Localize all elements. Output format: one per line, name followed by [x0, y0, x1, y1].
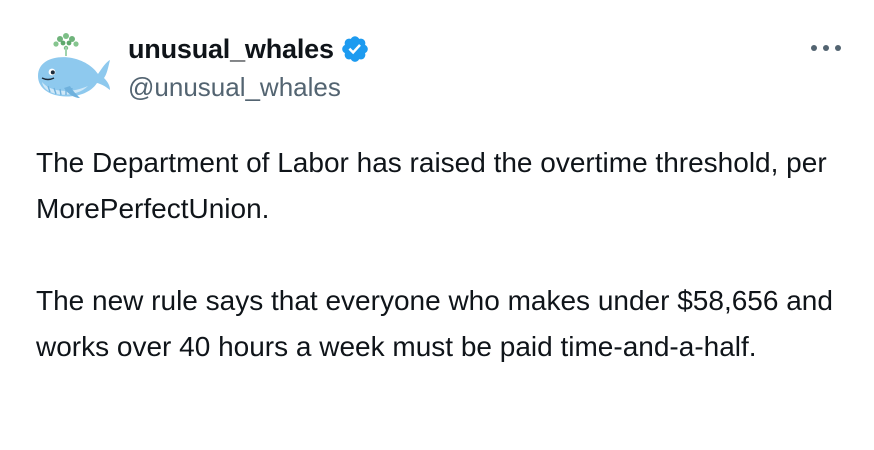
tweet-paragraph: The new rule says that everyone who make… — [36, 285, 833, 362]
whale-logo-icon — [38, 33, 110, 98]
author-handle[interactable]: @unusual_whales — [128, 72, 370, 103]
tweet-paragraph: The Department of Labor has raised the o… — [36, 147, 827, 224]
author-name-row: unusual_whales — [128, 30, 370, 68]
verified-badge-icon[interactable] — [340, 34, 370, 64]
more-options-icon — [811, 45, 841, 51]
tweet-card: unusual_whales @unusual_whales The Depar… — [0, 0, 874, 450]
author-display-name[interactable]: unusual_whales — [128, 34, 334, 65]
author-avatar[interactable] — [30, 28, 114, 112]
tweet-text: The Department of Labor has raised the o… — [36, 140, 836, 370]
more-options-button[interactable] — [806, 36, 846, 60]
author-info: unusual_whales @unusual_whales — [128, 30, 370, 103]
